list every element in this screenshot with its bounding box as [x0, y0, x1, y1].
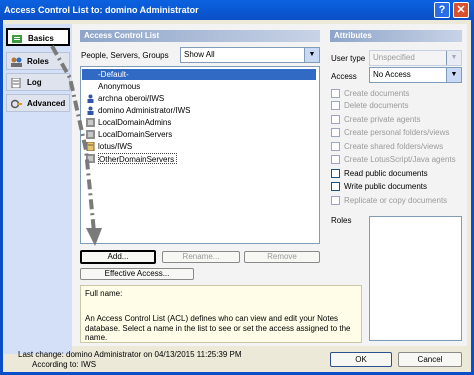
- annotation-arrow: [50, 45, 102, 246]
